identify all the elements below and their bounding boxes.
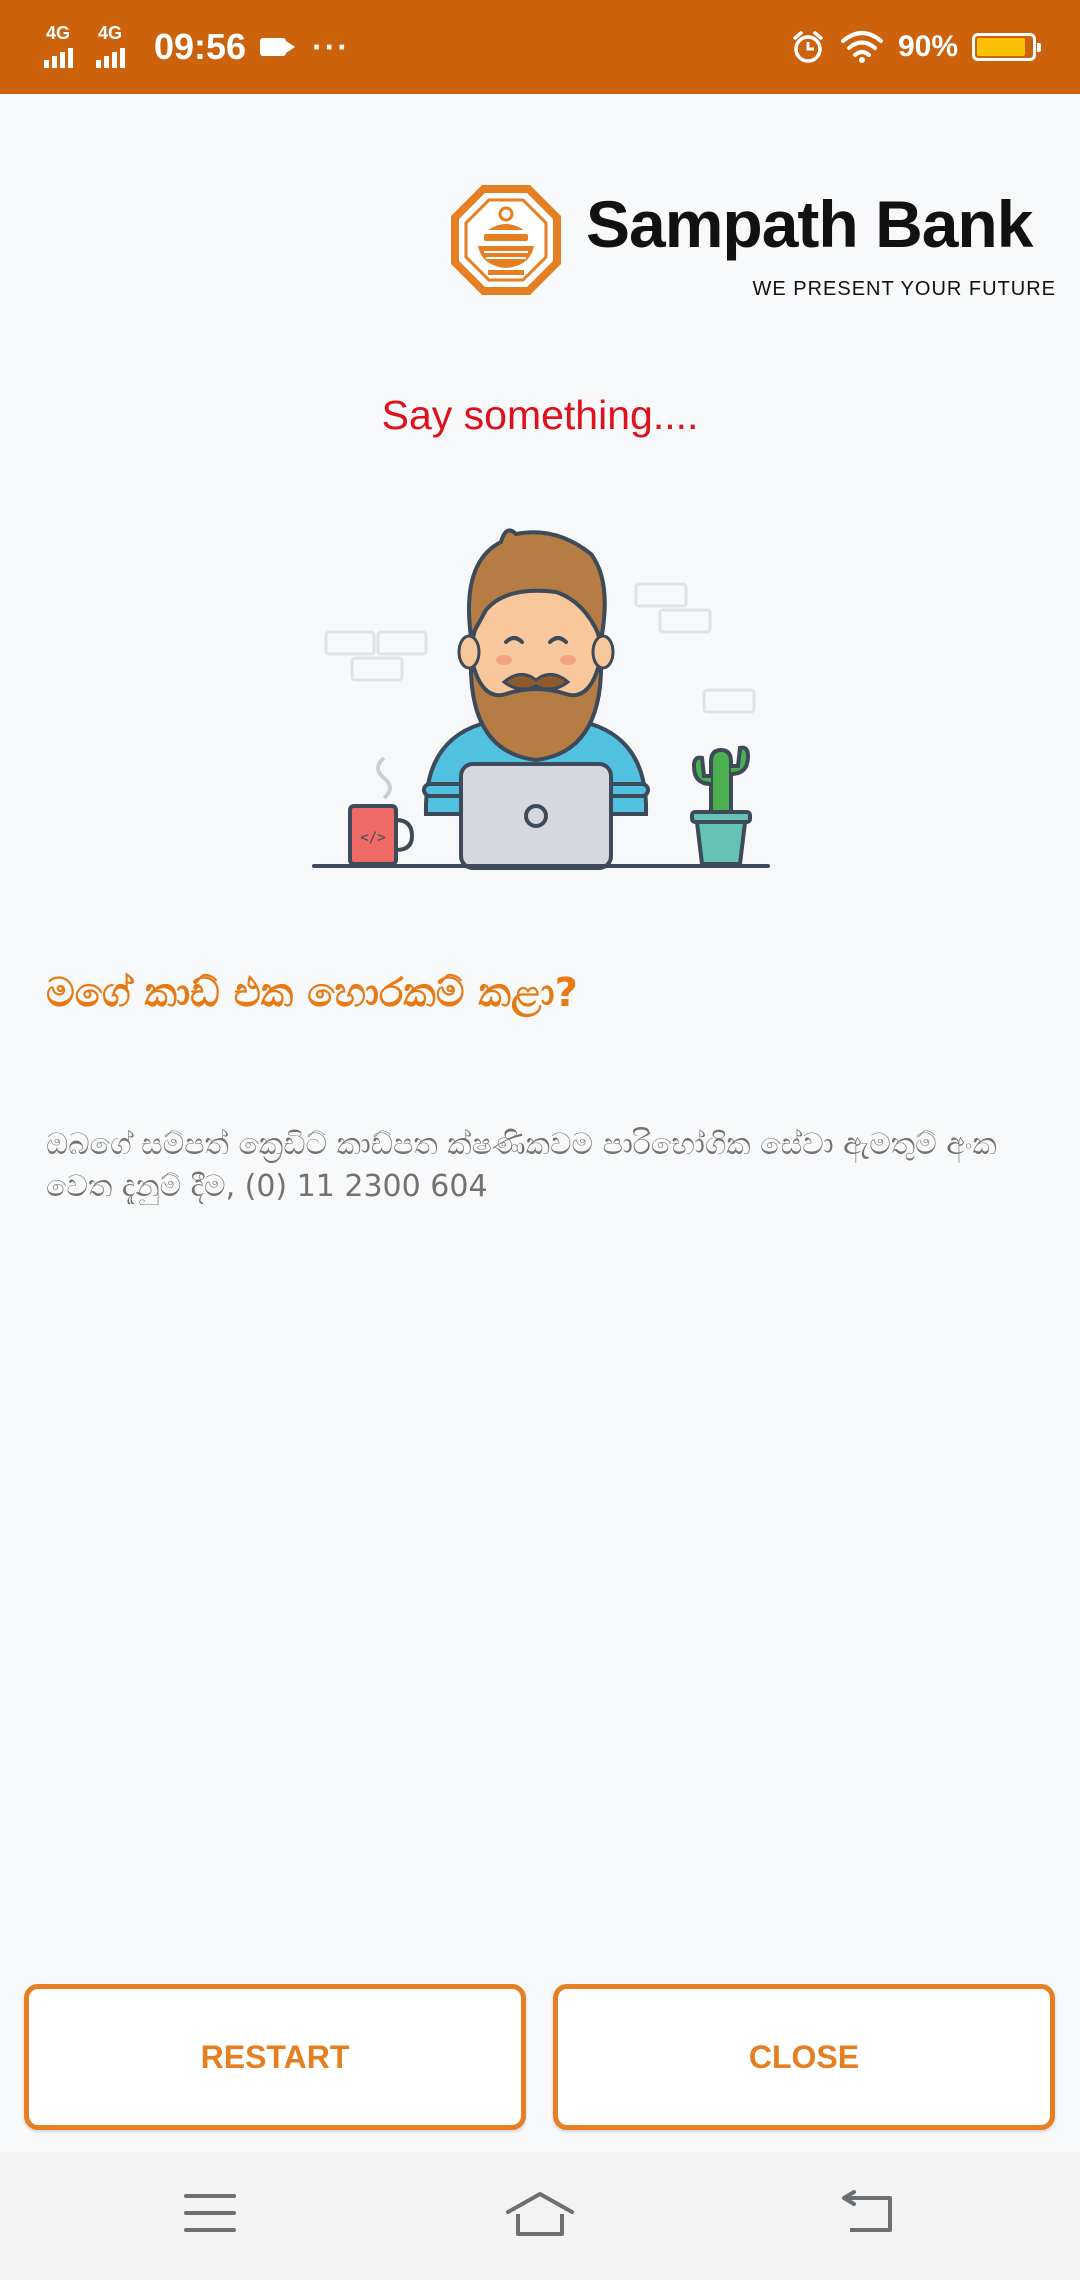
alarm-icon	[793, 31, 823, 63]
bank-name: Sampath Bank	[586, 187, 1033, 261]
restart-button[interactable]: RESTART	[24, 1984, 526, 2130]
battery-percent: 90%	[897, 30, 958, 63]
clock: 09:56	[154, 26, 247, 67]
signal-icon-sim2: 4G	[96, 22, 140, 72]
developer-illustration: </>	[256, 462, 816, 892]
signal-icon-sim1: 4G	[44, 22, 88, 72]
system-navigation-bar	[0, 2152, 1080, 2280]
voice-prompt: Say something....	[381, 392, 699, 438]
more-notifications: ···	[312, 28, 351, 65]
close-button[interactable]: CLOSE	[553, 1984, 1055, 2130]
menu-icon[interactable]	[182, 2190, 238, 2236]
card-question-heading: මගේ කාඩ් එක හොරකම් කළා?	[46, 970, 578, 1016]
battery-icon	[972, 33, 1041, 61]
bank-emblem-icon	[451, 185, 561, 295]
status-bar: 4G 4G 09:56 ··· 90%	[0, 0, 1080, 94]
network-type-2: 4G	[98, 23, 123, 43]
svg-text:</>: </>	[360, 830, 385, 846]
network-type-1: 4G	[46, 23, 71, 43]
back-icon[interactable]	[840, 2190, 896, 2236]
laptop-icon	[459, 762, 613, 870]
wifi-icon	[840, 31, 883, 63]
card-message: ඔබගේ සම්පත් ක්‍රෙඩිට් කාඩ්පත ක්ෂණිකවම පා…	[46, 1127, 997, 1204]
sampath-bank-logo: Sampath Bank WE PRESENT YOUR FUTURE	[448, 180, 1058, 305]
bank-tagline: WE PRESENT YOUR FUTURE	[752, 278, 1056, 300]
video-camera-icon	[260, 38, 296, 56]
home-icon[interactable]	[504, 2190, 576, 2238]
